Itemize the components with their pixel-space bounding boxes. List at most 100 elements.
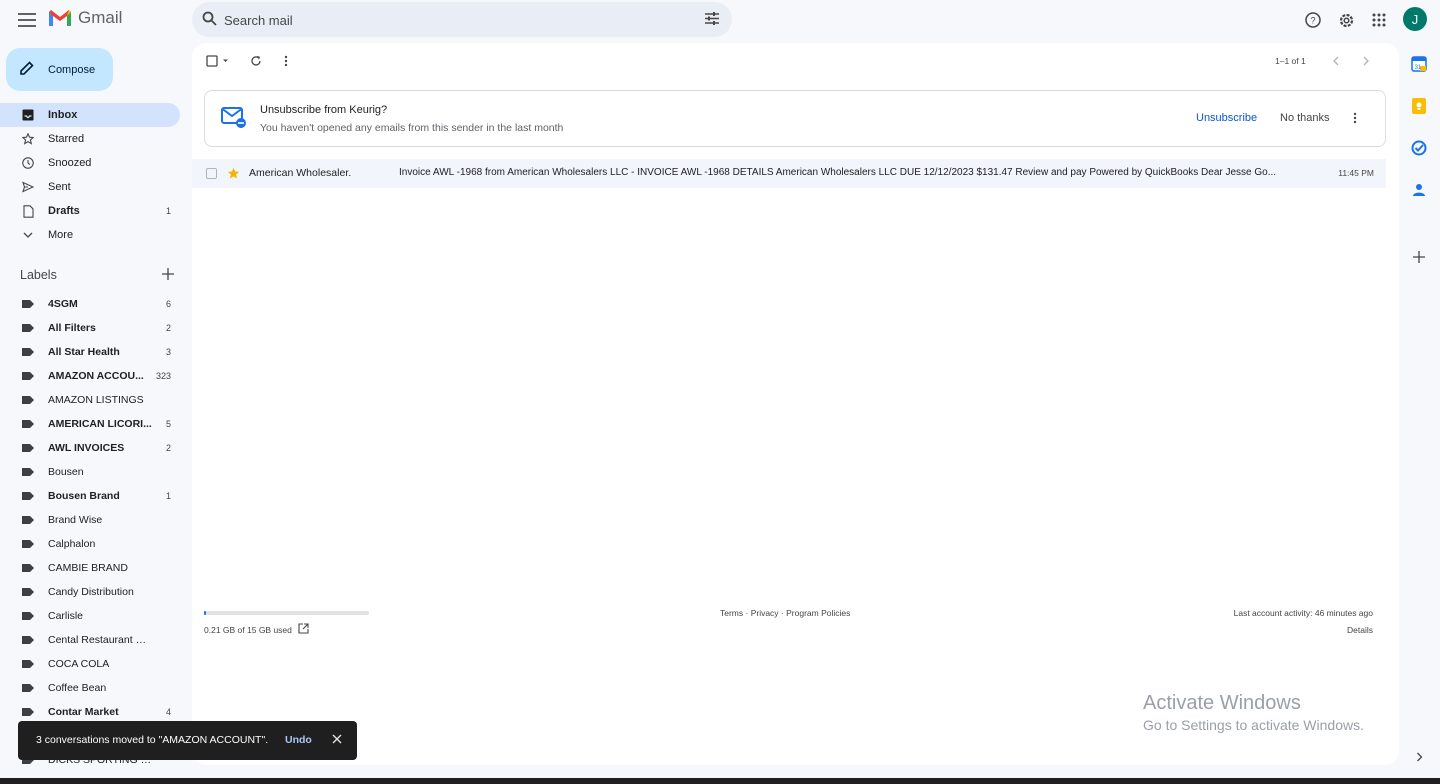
more-options-icon[interactable]	[284, 54, 288, 68]
settings-gear-icon[interactable]	[1336, 10, 1356, 30]
add-label-icon[interactable]	[162, 268, 174, 283]
nav-more[interactable]: More	[0, 223, 180, 247]
label-name: CAMBIE BRAND	[48, 562, 128, 574]
label-tag-icon	[22, 468, 34, 476]
label-item[interactable]: AMAZON ACCOU... 323	[0, 364, 180, 388]
drafts-count: 1	[165, 206, 171, 216]
details-link[interactable]: Details	[1234, 625, 1373, 635]
account-avatar[interactable]: J	[1403, 7, 1427, 31]
select-all-checkbox[interactable]	[206, 54, 230, 68]
search-icon[interactable]	[202, 11, 217, 31]
compose-button[interactable]: Compose	[6, 48, 113, 91]
pencil-icon	[20, 61, 34, 78]
unsubscribe-button[interactable]: Unsubscribe	[1196, 112, 1257, 124]
label-tag-icon	[22, 348, 34, 356]
label-name: Bousen Brand	[48, 490, 120, 502]
label-name: AMERICAN LICORI...	[48, 418, 152, 430]
main-menu-icon[interactable]	[16, 9, 38, 31]
nav-inbox[interactable]: Inbox	[0, 103, 180, 127]
pagination-text: 1–1 of 1	[1275, 56, 1306, 66]
label-tag-icon	[22, 516, 34, 524]
mail-toolbar: 1–1 of 1	[192, 43, 1399, 79]
label-count: 3	[165, 347, 171, 357]
label-name: Contar Market	[48, 706, 119, 718]
label-item[interactable]: All Star Health 3	[0, 340, 180, 364]
email-row[interactable]: American Wholesaler. Invoice AWL -1968 f…	[192, 159, 1386, 188]
label-item[interactable]: Coffee Bean	[0, 676, 180, 700]
label-item[interactable]: COCA COLA	[0, 652, 180, 676]
label-item[interactable]: All Filters 2	[0, 316, 180, 340]
label-name: Bousen	[48, 466, 84, 478]
contacts-icon[interactable]	[1410, 181, 1428, 199]
show-side-panel-chevron-icon[interactable]	[1410, 748, 1428, 766]
banner-more-icon[interactable]	[1353, 111, 1357, 129]
nav-snoozed[interactable]: Snoozed	[0, 151, 180, 175]
top-bar: Gmail ? J	[0, 0, 1440, 40]
footer-links[interactable]: Terms · Privacy · Program Policies	[720, 608, 850, 618]
starred-icon[interactable]	[227, 167, 240, 185]
chevron-down-icon	[20, 227, 36, 243]
label-count: 5	[165, 419, 171, 429]
email-checkbox[interactable]	[206, 168, 217, 179]
calendar-icon[interactable]: 31	[1410, 55, 1428, 73]
toast-message: 3 conversations moved to "AMAZON ACCOUNT…	[36, 734, 269, 746]
label-item[interactable]: Cental Restaurant Quot...	[0, 628, 180, 652]
label-item[interactable]: AMAZON LISTINGS	[0, 388, 180, 412]
apps-grid-icon[interactable]	[1369, 10, 1389, 30]
older-chevron-icon[interactable]	[1362, 54, 1370, 68]
snackbar-toast: 3 conversations moved to "AMAZON ACCOUNT…	[18, 721, 357, 760]
banner-title: Unsubscribe from Keurig?	[260, 104, 388, 116]
open-external-icon[interactable]	[298, 623, 309, 636]
label-name: Candy Distribution	[48, 586, 134, 598]
label-name: 4SGM	[48, 298, 78, 310]
close-toast-icon[interactable]	[331, 733, 343, 748]
send-icon	[20, 179, 36, 195]
no-thanks-button[interactable]: No thanks	[1280, 112, 1330, 124]
label-name: AMAZON ACCOU...	[48, 370, 144, 382]
label-tag-icon	[22, 444, 34, 452]
labels-heading: Labels	[20, 268, 57, 282]
label-item[interactable]: Bousen	[0, 460, 180, 484]
label-item[interactable]: CAMBIE BRAND	[0, 556, 180, 580]
label-item[interactable]: Candy Distribution	[0, 580, 180, 604]
storage-info: 0.21 GB of 15 GB used	[204, 623, 309, 636]
keep-icon[interactable]	[1410, 97, 1428, 115]
label-tag-icon	[22, 324, 34, 332]
get-addons-icon[interactable]	[1410, 248, 1428, 266]
nav-sent[interactable]: Sent	[0, 175, 180, 199]
gmail-logo[interactable]: Gmail	[48, 8, 122, 28]
search-input[interactable]	[224, 10, 684, 30]
search-options-icon[interactable]	[704, 11, 720, 31]
label-tag-icon	[22, 612, 34, 620]
unsubscribe-banner: Unsubscribe from Keurig? You haven't ope…	[204, 90, 1386, 147]
label-list: 4SGM 6 All Filters 2 All Star Health 3 AMAZON …	[0, 292, 180, 772]
gmail-m-icon	[49, 10, 71, 26]
tasks-icon[interactable]	[1410, 139, 1428, 157]
label-item[interactable]: 4SGM 6	[0, 292, 180, 316]
label-item[interactable]: AMERICAN LICORI... 5	[0, 412, 180, 436]
label-tag-icon	[22, 372, 34, 380]
label-item[interactable]: Brand Wise	[0, 508, 180, 532]
search-bar[interactable]	[192, 2, 732, 37]
os-taskbar	[0, 778, 1440, 784]
help-icon[interactable]: ?	[1303, 10, 1323, 30]
label-item[interactable]: Bousen Brand 1	[0, 484, 180, 508]
refresh-icon[interactable]	[250, 54, 262, 68]
label-tag-icon	[22, 636, 34, 644]
undo-button[interactable]: Undo	[285, 734, 312, 746]
label-item[interactable]: Carlisle	[0, 604, 180, 628]
email-subject-snippet: Invoice AWL -1968 from American Wholesal…	[399, 167, 1277, 178]
label-tag-icon	[22, 660, 34, 668]
nav-drafts[interactable]: Drafts 1	[0, 199, 180, 223]
label-tag-icon	[22, 564, 34, 572]
nav-starred[interactable]: Starred	[0, 127, 180, 151]
app-name: Gmail	[78, 8, 123, 27]
newer-chevron-icon[interactable]	[1332, 54, 1340, 68]
last-activity-text: Last account activity: 46 minutes ago	[1233, 608, 1373, 618]
label-name: All Filters	[48, 322, 96, 334]
email-sender: American Wholesaler.	[249, 167, 352, 179]
label-item[interactable]: Calphalon	[0, 532, 180, 556]
labels-header: Labels	[20, 268, 176, 284]
label-count: 1	[165, 491, 171, 501]
label-item[interactable]: AWL INVOICES 2	[0, 436, 180, 460]
